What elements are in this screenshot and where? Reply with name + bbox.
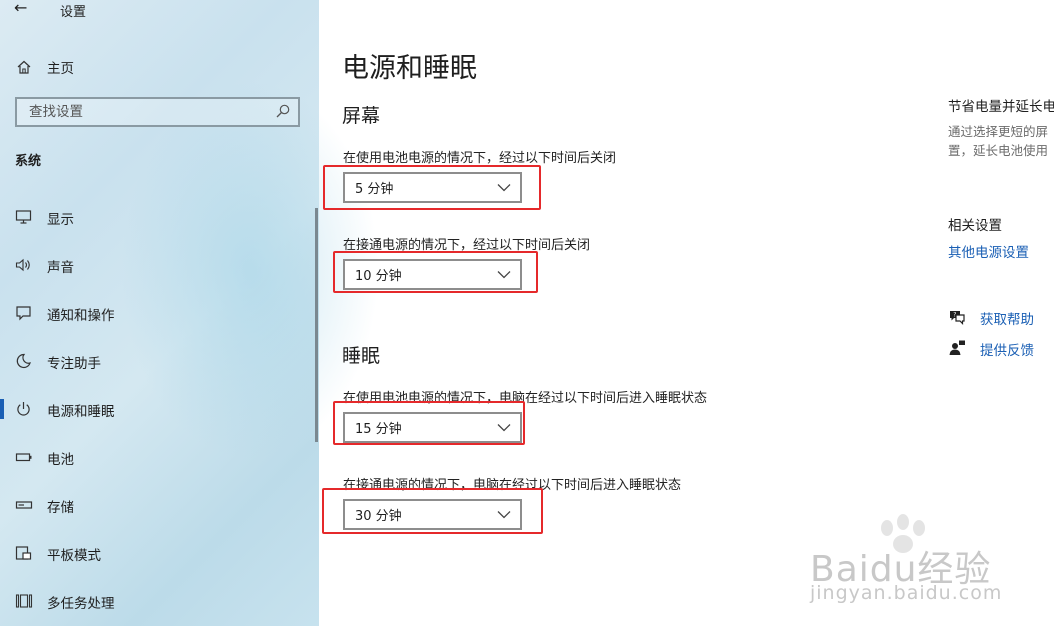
sidebar-item-display[interactable]: 显示	[0, 201, 319, 233]
sidebar-item-label: 专注助手	[47, 356, 101, 372]
sidebar-item-label: 平板模式	[47, 548, 101, 564]
sidebar: ← 设置 主页 系统 显示 声音 通知和操作 专注助手 电源和睡眠 电池 存储	[0, 0, 380, 626]
speaker-icon	[15, 258, 30, 272]
sleep-heading: 睡眠	[342, 345, 381, 367]
tablet-icon	[15, 546, 32, 560]
search-icon[interactable]	[275, 103, 291, 119]
display-icon	[15, 210, 32, 224]
power-icon	[17, 402, 30, 416]
sidebar-item-multitasking[interactable]: 多任务处理	[0, 585, 319, 617]
sidebar-item-power-sleep[interactable]: 电源和睡眠	[0, 393, 319, 425]
watermark-url: jingyan.baidu.com	[810, 582, 1003, 604]
screen-battery-label: 在使用电池电源的情况下，经过以下时间后关闭	[343, 151, 617, 166]
screen-heading: 屏幕	[342, 105, 381, 127]
active-indicator	[0, 399, 4, 419]
get-help-row[interactable]: ? 获取帮助	[948, 307, 1034, 328]
notification-icon	[16, 306, 31, 321]
moon-icon	[16, 353, 31, 369]
tip-title: 节省电量并延长电	[948, 99, 1054, 115]
multitask-icon	[15, 594, 33, 608]
feedback-row[interactable]: 提供反馈	[948, 338, 1034, 359]
sidebar-item-label: 多任务处理	[47, 596, 115, 612]
sidebar-item-home[interactable]: 主页	[16, 56, 74, 78]
sidebar-item-label: 主页	[47, 61, 74, 77]
sidebar-item-battery[interactable]: 电池	[0, 441, 319, 473]
search-box[interactable]	[15, 97, 300, 127]
highlight-box	[323, 165, 541, 210]
feedback-person-icon	[949, 340, 965, 355]
sidebar-scrollbar[interactable]	[315, 208, 318, 442]
app-title: 设置	[60, 5, 87, 20]
sidebar-item-notifications[interactable]: 通知和操作	[0, 297, 319, 329]
tip-description-line: 通过选择更短的屏	[948, 124, 1049, 139]
storage-icon	[15, 501, 33, 509]
sidebar-item-label: 电源和睡眠	[47, 404, 115, 420]
sidebar-item-tablet-mode[interactable]: 平板模式	[0, 537, 319, 569]
tip-description-line: 置，延长电池使用	[948, 143, 1049, 158]
home-icon	[17, 60, 31, 74]
sidebar-item-label: 声音	[47, 260, 74, 276]
feedback-link[interactable]: 提供反馈	[980, 339, 1034, 359]
highlight-box	[333, 401, 525, 445]
sidebar-item-label: 存储	[47, 500, 74, 516]
highlight-box	[333, 251, 538, 293]
sidebar-item-sound[interactable]: 声音	[0, 249, 319, 281]
section-label: 系统	[15, 154, 42, 169]
svg-text:?: ?	[953, 312, 956, 319]
sidebar-item-label: 通知和操作	[47, 308, 115, 324]
highlight-box	[322, 488, 543, 534]
sidebar-item-storage[interactable]: 存储	[0, 489, 319, 521]
related-settings-title: 相关设置	[948, 218, 1002, 234]
tip-description: 通过选择更短的屏 置，延长电池使用	[948, 122, 1054, 160]
help-chat-icon: ?	[950, 311, 965, 325]
sidebar-item-label: 显示	[47, 212, 74, 228]
sidebar-item-label: 电池	[47, 452, 74, 468]
other-power-settings-link[interactable]: 其他电源设置	[948, 241, 1029, 261]
sidebar-item-focus-assist[interactable]: 专注助手	[0, 345, 319, 377]
battery-icon	[15, 453, 32, 462]
search-input[interactable]	[27, 103, 271, 121]
get-help-link[interactable]: 获取帮助	[980, 308, 1034, 328]
back-arrow-icon[interactable]: ←	[14, 0, 27, 17]
page-title: 电源和睡眠	[342, 53, 477, 84]
